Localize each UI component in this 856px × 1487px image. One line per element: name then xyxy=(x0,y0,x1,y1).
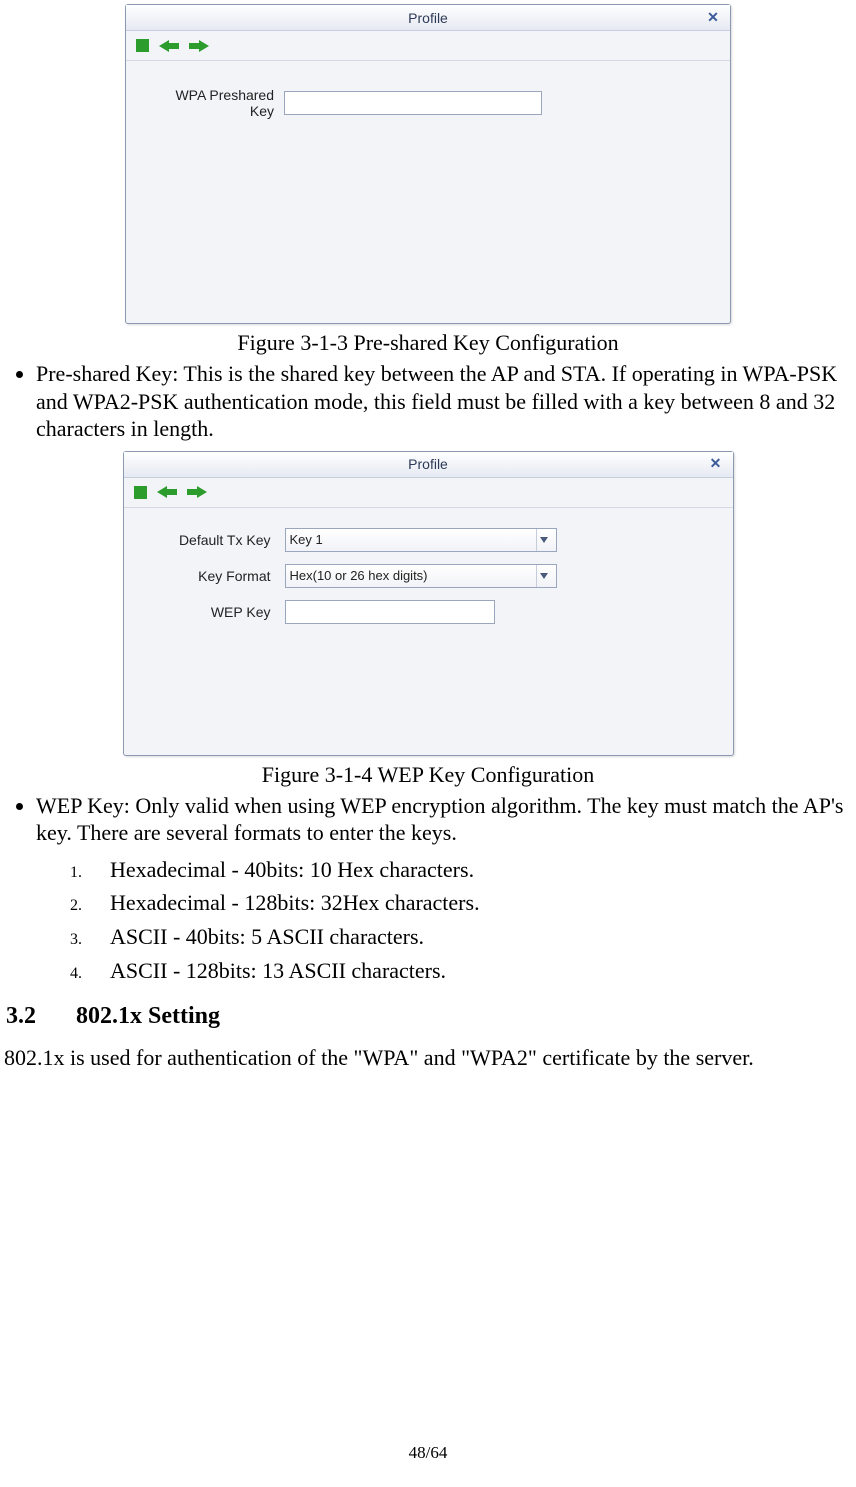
list-number: 3. xyxy=(70,929,110,951)
back-arrow-icon[interactable] xyxy=(159,39,179,53)
wpa-preshared-input[interactable] xyxy=(284,91,542,115)
dialog-titlebar: Profile ✕ xyxy=(126,5,730,31)
section-title: 802.1x Setting xyxy=(76,1003,220,1030)
list-item: 1.Hexadecimal - 40bits: 10 Hex character… xyxy=(70,855,852,885)
bullet-pre-shared-key: Pre-shared Key: This is the shared key b… xyxy=(36,360,852,443)
figure-caption-2: Figure 3-1-4 WEP Key Configuration xyxy=(4,762,852,788)
key-format-select[interactable]: Hex(10 or 26 hex digits) xyxy=(285,564,557,588)
dialog-body: Default Tx Key Key 1 Key Format Hex(10 o… xyxy=(124,508,733,624)
forward-arrow-icon[interactable] xyxy=(187,485,207,499)
section-heading: 3.2 802.1x Setting xyxy=(6,1003,852,1030)
list-number: 1. xyxy=(70,862,110,884)
list-text: Hexadecimal - 40bits: 10 Hex characters. xyxy=(110,855,474,885)
key-format-label: Key Format xyxy=(150,568,285,584)
section-number: 3.2 xyxy=(6,1003,76,1030)
list-text: ASCII - 40bits: 5 ASCII characters. xyxy=(110,922,424,952)
page-number: 48/64 xyxy=(0,1443,856,1463)
stop-icon[interactable] xyxy=(136,39,149,52)
dialog-toolbar xyxy=(126,31,730,61)
stop-icon[interactable] xyxy=(134,486,147,499)
section-paragraph: 802.1x is used for authentication of the… xyxy=(4,1044,848,1072)
wpa-preshared-row: WPA Preshared Key xyxy=(148,87,708,119)
list-item: 4.ASCII - 128bits: 13 ASCII characters. xyxy=(70,956,852,986)
dialog-titlebar: Profile ✕ xyxy=(124,452,733,478)
list-item: 3.ASCII - 40bits: 5 ASCII characters. xyxy=(70,922,852,952)
wep-key-label: WEP Key xyxy=(150,604,285,620)
forward-arrow-icon[interactable] xyxy=(189,39,209,53)
key-format-value: Hex(10 or 26 hex digits) xyxy=(290,568,428,583)
wep-formats-list: 1.Hexadecimal - 40bits: 10 Hex character… xyxy=(4,855,852,986)
list-item: 2.Hexadecimal - 128bits: 32Hex character… xyxy=(70,888,852,918)
list-number: 2. xyxy=(70,895,110,917)
list-text: ASCII - 128bits: 13 ASCII characters. xyxy=(110,956,446,986)
default-tx-value: Key 1 xyxy=(290,532,323,547)
list-text: Hexadecimal - 128bits: 32Hex characters. xyxy=(110,888,480,918)
dialog-title: Profile xyxy=(408,456,448,472)
dialog-title: Profile xyxy=(408,10,448,26)
wpa-preshared-label: WPA Preshared Key xyxy=(148,87,284,119)
default-tx-row: Default Tx Key Key 1 xyxy=(150,528,711,552)
back-arrow-icon[interactable] xyxy=(157,485,177,499)
wep-key-input[interactable] xyxy=(285,600,495,624)
figure-caption-1: Figure 3-1-3 Pre-shared Key Configuratio… xyxy=(4,330,852,356)
bullet-wep-key: WEP Key: Only valid when using WEP encry… xyxy=(36,792,852,847)
profile-dialog-1: Profile ✕ WPA Preshared Key xyxy=(125,4,731,324)
profile-dialog-2: Profile ✕ Default Tx Key Key 1 xyxy=(123,451,734,756)
close-icon[interactable]: ✕ xyxy=(707,455,725,473)
dialog-body: WPA Preshared Key xyxy=(126,61,730,119)
key-format-row: Key Format Hex(10 or 26 hex digits) xyxy=(150,564,711,588)
chevron-down-icon xyxy=(536,529,552,551)
list-number: 4. xyxy=(70,963,110,985)
chevron-down-icon xyxy=(536,565,552,587)
dialog-toolbar xyxy=(124,478,733,508)
default-tx-label: Default Tx Key xyxy=(150,532,285,548)
close-icon[interactable]: ✕ xyxy=(704,8,722,26)
wep-key-row: WEP Key xyxy=(150,600,711,624)
default-tx-select[interactable]: Key 1 xyxy=(285,528,557,552)
